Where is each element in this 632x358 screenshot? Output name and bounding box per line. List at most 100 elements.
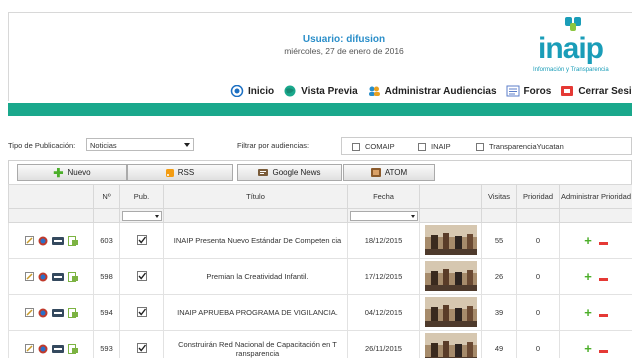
increase-priority-icon[interactable]: +: [584, 233, 592, 248]
edit-icon[interactable]: [24, 344, 34, 353]
preview-globe-icon[interactable]: [38, 344, 48, 354]
export-icon[interactable]: [67, 307, 78, 318]
row-actions: [8, 294, 94, 331]
row-priority: 0: [516, 294, 560, 331]
html-icon[interactable]: [51, 272, 64, 281]
nav-preview-label: Vista Previa: [301, 85, 358, 97]
col-number[interactable]: Nº: [93, 184, 120, 209]
row-title[interactable]: INAIP Presenta Nuevo Estándar De Compete…: [163, 222, 348, 259]
globe-icon: [284, 85, 296, 97]
nav-forums[interactable]: Foros: [506, 85, 552, 97]
date-filter-select[interactable]: [350, 211, 418, 221]
table-row: 593 Construirán Red Nacional de Capacita…: [8, 330, 632, 358]
table-row: 598 Premian la Creatividad Infantil. 17/…: [8, 258, 632, 295]
rss-button-label: RSS: [177, 168, 195, 177]
rss-button[interactable]: RSS: [127, 164, 233, 181]
edit-icon[interactable]: [24, 272, 34, 281]
export-icon[interactable]: [67, 271, 78, 282]
export-icon[interactable]: [67, 235, 78, 246]
increase-priority-icon[interactable]: +: [584, 305, 592, 320]
published-filter-select[interactable]: [122, 211, 162, 221]
audience-comaip-checkbox[interactable]: [352, 142, 360, 151]
news-thumbnail-image[interactable]: [424, 260, 477, 291]
current-date: miércoles, 27 de enero de 2016: [284, 46, 404, 56]
news-thumbnail-image[interactable]: [424, 296, 477, 327]
col-visits[interactable]: Visitas: [481, 184, 517, 209]
decrease-priority-icon[interactable]: [598, 277, 608, 281]
header-divider-bar: [8, 103, 632, 116]
col-published[interactable]: Pub.: [119, 184, 164, 209]
col-actions: [8, 184, 94, 209]
html-icon[interactable]: [51, 308, 64, 317]
audience-transparencia-checkbox[interactable]: [476, 142, 484, 151]
plus-icon: ✚: [53, 165, 64, 180]
html-icon[interactable]: [51, 236, 64, 245]
edit-icon[interactable]: [24, 308, 34, 317]
row-visits: 39: [481, 294, 517, 331]
audience-inaip[interactable]: INAIP: [418, 142, 451, 151]
row-thumbnail: [419, 294, 482, 331]
atom-feed-icon: [370, 168, 381, 177]
export-icon[interactable]: [67, 343, 78, 354]
logo-subtitle: Información y Transparencia: [533, 67, 609, 73]
published-checkbox[interactable]: [136, 342, 147, 353]
preview-globe-icon[interactable]: [38, 308, 48, 318]
published-checkbox[interactable]: [136, 270, 147, 281]
audience-transparencia[interactable]: TransparenciaYucatan: [476, 142, 564, 151]
news-icon: [258, 169, 269, 176]
google-news-button-label: Google News: [272, 168, 321, 177]
preview-globe-icon[interactable]: [38, 236, 48, 246]
row-title[interactable]: Construirán Red Nacional de Capacitación…: [163, 330, 348, 358]
audience-filter-label: Filtrar por audiencias:: [237, 141, 310, 150]
atom-button[interactable]: ATOM: [343, 164, 435, 181]
row-date: 04/12/2015: [347, 294, 420, 331]
chevron-down-icon: [155, 215, 159, 218]
preview-globe-icon[interactable]: [38, 272, 48, 282]
inaip-logo[interactable]: inaip Información y Transparencia: [530, 12, 630, 78]
row-priority: 0: [516, 258, 560, 295]
row-manage-priority: +: [559, 330, 632, 358]
forum-icon: [506, 85, 520, 97]
col-priority[interactable]: Prioridad: [516, 184, 560, 209]
audience-filter-box: COMAIP INAIP TransparenciaYucatan: [341, 137, 632, 155]
new-button[interactable]: ✚ Nuevo: [17, 164, 127, 181]
publication-type-label: Tipo de Publicación:: [8, 141, 76, 150]
decrease-priority-icon[interactable]: [598, 241, 608, 245]
nav-logout[interactable]: Cerrar Sesión: [560, 85, 632, 97]
row-title[interactable]: INAIP APRUEBA PROGRAMA DE VIGILANCIA.: [163, 294, 348, 331]
audience-inaip-label: INAIP: [431, 142, 451, 151]
table-filter-row: [8, 208, 632, 223]
publication-type-value: Noticias: [90, 141, 117, 150]
col-title[interactable]: Título: [163, 184, 348, 209]
row-thumbnail: [419, 258, 482, 295]
google-news-button[interactable]: Google News: [237, 164, 342, 181]
nav-preview[interactable]: Vista Previa: [283, 85, 358, 97]
publication-type-select[interactable]: Noticias: [86, 138, 194, 151]
audience-comaip[interactable]: COMAIP: [352, 142, 395, 151]
news-thumbnail-image[interactable]: [424, 224, 477, 255]
audience-transparencia-label: TransparenciaYucatan: [489, 142, 564, 151]
nav-audiences[interactable]: Administrar Audiencias: [367, 85, 497, 97]
published-checkbox[interactable]: [136, 234, 147, 245]
row-published: [119, 258, 164, 295]
published-checkbox[interactable]: [136, 306, 147, 317]
decrease-priority-icon[interactable]: [598, 313, 608, 317]
row-date: 18/12/2015: [347, 222, 420, 259]
increase-priority-icon[interactable]: +: [584, 269, 592, 284]
audience-inaip-checkbox[interactable]: [418, 142, 426, 151]
row-priority: 0: [516, 330, 560, 358]
increase-priority-icon[interactable]: +: [584, 341, 592, 356]
nav-forums-label: Foros: [523, 85, 552, 97]
row-title[interactable]: Premian la Creatividad Infantil.: [163, 258, 348, 295]
logout-icon: [561, 86, 574, 96]
html-icon[interactable]: [51, 344, 64, 353]
users-icon: [368, 86, 380, 96]
table-row: 603 INAIP Presenta Nuevo Estándar De Com…: [8, 222, 632, 259]
news-thumbnail-image[interactable]: [424, 332, 477, 358]
col-date[interactable]: Fecha: [347, 184, 420, 209]
decrease-priority-icon[interactable]: [598, 349, 608, 353]
edit-icon[interactable]: [24, 236, 34, 245]
new-button-label: Nuevo: [67, 168, 91, 177]
row-thumbnail: [419, 222, 482, 259]
nav-home[interactable]: Inicio: [230, 85, 274, 97]
